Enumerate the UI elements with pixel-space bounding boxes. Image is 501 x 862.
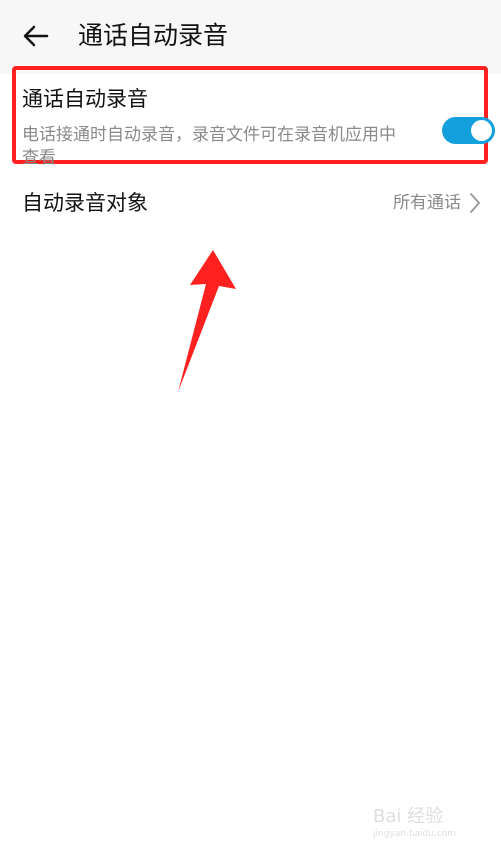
record-target-setting-row[interactable]: 自动录音对象 所有通话 — [22, 187, 482, 221]
settings-list: 通话自动录音 电话接通时自动录音，录音文件可在录音机应用中查看 自动录音对象 所… — [0, 66, 501, 862]
page-title: 通话自动录音 — [78, 21, 229, 50]
auto-record-setting-row[interactable]: 通话自动录音 电话接通时自动录音，录音文件可在录音机应用中查看 — [22, 86, 495, 168]
auto-record-title: 通话自动录音 — [22, 87, 148, 111]
record-target-value: 所有通话 — [393, 193, 461, 213]
record-target-title: 自动录音对象 — [22, 191, 148, 215]
auto-record-toggle[interactable] — [442, 117, 495, 144]
top-bar: 通话自动录音 — [0, 0, 501, 74]
back-arrow-icon — [23, 25, 49, 47]
chevron-right-icon — [470, 193, 480, 213]
back-button[interactable] — [18, 18, 54, 54]
toggle-knob — [471, 120, 492, 141]
auto-record-description: 电话接通时自动录音，录音文件可在录音机应用中查看 — [22, 125, 396, 168]
annotation-arrow-icon — [178, 250, 236, 392]
